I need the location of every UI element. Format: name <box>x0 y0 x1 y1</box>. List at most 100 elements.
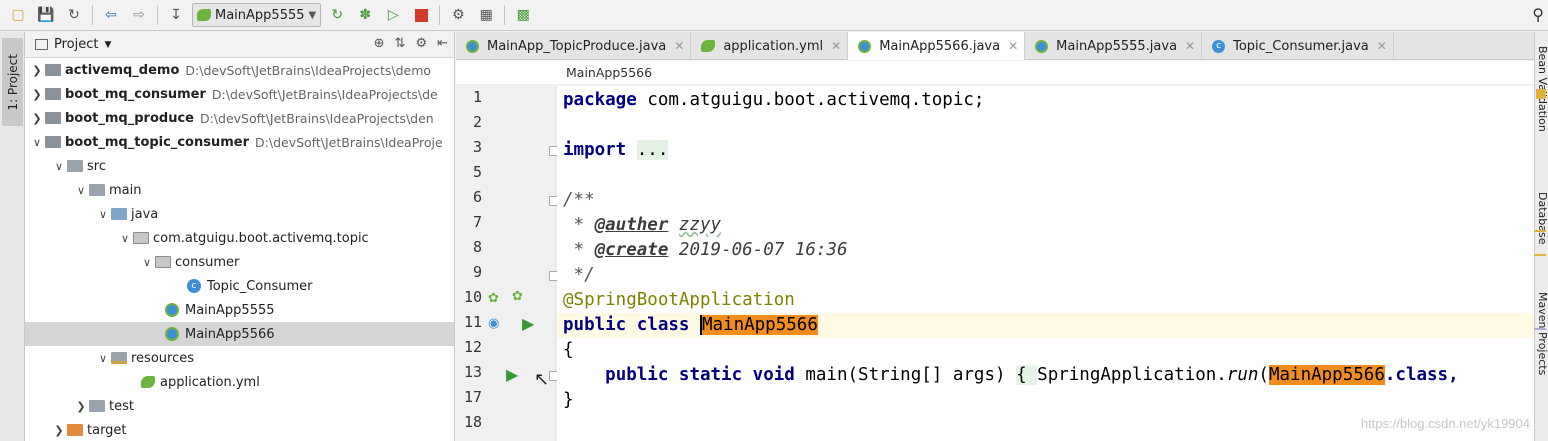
chevron-down-icon[interactable]: ∨ <box>95 352 111 365</box>
tree-item-target[interactable]: ❯ target <box>25 418 454 441</box>
error-stripe-marker[interactable] <box>1534 328 1546 330</box>
chevron-down-icon[interactable]: ∨ <box>73 184 89 197</box>
chevron-down-icon[interactable]: ∨ <box>139 256 155 269</box>
tab-mainapp5566[interactable]: MainApp5566.java ✕ <box>848 32 1026 60</box>
locate-icon[interactable]: ⊕ <box>374 36 385 51</box>
run-coverage-icon[interactable]: ▷ <box>381 3 405 27</box>
right-tool-stripe: Bean Validation Database Maven Projects <box>1534 32 1548 441</box>
debug-icon[interactable]: ✽ <box>353 3 377 27</box>
project-header-actions: ⊕ ⇅ ⚙ ⇤ <box>374 36 448 51</box>
tree-item-package[interactable]: ∨ com.atguigu.boot.activemq.topic <box>25 226 454 250</box>
tree-item-label: main <box>109 182 142 198</box>
tree-item-boot-mq-produce[interactable]: ❯ boot_mq_produce D:\devSoft\JetBrains\I… <box>25 106 454 130</box>
module-icon <box>45 88 61 100</box>
tree-item-label: consumer <box>175 254 240 270</box>
error-stripe-marker[interactable] <box>1534 230 1546 232</box>
build-icon[interactable]: ↧ <box>164 3 188 27</box>
tree-item-application-yml[interactable]: application.yml <box>25 370 454 394</box>
tree-item-java[interactable]: ∨ java <box>25 202 454 226</box>
collapse-all-icon[interactable]: ⇅ <box>395 36 406 51</box>
tree-item-mainapp5566[interactable]: MainApp5566 <box>25 322 454 346</box>
chevron-down-icon[interactable]: ∨ <box>117 232 133 245</box>
chevron-down-icon[interactable]: ∨ <box>29 136 45 149</box>
settings-icon[interactable]: ⚙ <box>446 3 470 27</box>
tab-label: MainApp5566.java <box>879 38 1001 54</box>
tree-item-boot-mq-topic-consumer[interactable]: ∨ boot_mq_topic_consumer D:\devSoft\JetB… <box>25 130 454 154</box>
tree-item-label: java <box>131 206 159 222</box>
close-icon[interactable]: ✕ <box>1185 39 1195 53</box>
tree-item-src[interactable]: ∨ src <box>25 154 454 178</box>
rerun-icon[interactable]: ↻ <box>325 3 349 27</box>
project-view-title[interactable]: Project <box>54 37 98 52</box>
doc-comment: */ <box>563 265 595 285</box>
code-line-3: import ... <box>557 138 1534 163</box>
chevron-down-icon[interactable]: ∨ <box>51 160 67 173</box>
sdk-icon[interactable]: ▩ <box>511 3 535 27</box>
project-panel-header: Project ▼ ⊕ ⇅ ⚙ ⇤ <box>25 32 454 58</box>
doc-tag: @create <box>594 240 669 260</box>
forward-icon[interactable]: ⇨ <box>127 3 151 27</box>
chevron-right-icon[interactable]: ❯ <box>29 64 45 77</box>
gear-icon[interactable]: ⚙ <box>415 36 427 51</box>
spring-boot-class-icon[interactable]: ◉ <box>488 316 499 331</box>
keyword: package <box>563 90 637 110</box>
spring-bean-icon[interactable]: ✿ <box>512 289 523 304</box>
chevron-right-icon[interactable]: ❯ <box>29 112 45 125</box>
code-line-13: public static void main(String[] args) {… <box>557 363 1534 388</box>
back-icon[interactable]: ⇦ <box>99 3 123 27</box>
tree-item-resources[interactable]: ∨ resources <box>25 346 454 370</box>
spring-bean-icon[interactable]: ✿ <box>488 291 499 306</box>
breadcrumb[interactable]: MainApp5566 <box>456 61 1534 85</box>
close-icon[interactable]: ✕ <box>674 39 684 53</box>
toolbar-separator <box>92 5 93 25</box>
tree-item-label: com.atguigu.boot.activemq.topic <box>153 230 369 246</box>
module-icon <box>45 112 61 124</box>
search-icon[interactable]: ⚲ <box>1532 5 1544 24</box>
tree-item-topic-consumer[interactable]: c Topic_Consumer <box>25 274 454 298</box>
class-literal: .class, <box>1384 365 1459 385</box>
tree-item-activemq-demo[interactable]: ❯ activemq_demo D:\devSoft\JetBrains\Ide… <box>25 58 454 82</box>
tab-topic-consumer[interactable]: c Topic_Consumer.java ✕ <box>1202 32 1394 60</box>
tree-item-mainapp5555[interactable]: MainApp5555 <box>25 298 454 322</box>
close-icon[interactable]: ✕ <box>1377 39 1387 53</box>
line-number: 7 <box>472 213 482 231</box>
code-editor[interactable]: package com.atguigu.boot.activemq.topic;… <box>557 86 1534 441</box>
run-icon[interactable]: ▶ <box>522 314 534 333</box>
line-number: 11 <box>463 313 482 331</box>
run-icon[interactable]: ▶ <box>506 365 518 384</box>
main-toolbar: ▢ 💾 ↻ ⇦ ⇨ ↧ MainApp5555 ▼ ↻ ✽ ▷ ⚙ ▦ ▩ ⚲ <box>0 0 1548 31</box>
database-tab[interactable]: Database <box>1536 192 1548 245</box>
tree-item-boot-mq-consumer[interactable]: ❯ boot_mq_consumer D:\devSoft\JetBrains\… <box>25 82 454 106</box>
tree-item-path: D:\devSoft\JetBrains\IdeaProje <box>255 134 443 150</box>
chevron-right-icon[interactable]: ❯ <box>73 400 89 413</box>
error-stripe-marker[interactable] <box>1536 89 1546 99</box>
project-tool-tab[interactable]: 1: Project <box>2 38 23 126</box>
chevron-down-icon[interactable]: ∨ <box>95 208 111 221</box>
chevron-right-icon[interactable]: ❯ <box>51 424 67 437</box>
tree-item-test[interactable]: ❯ test <box>25 394 454 418</box>
close-icon[interactable]: ✕ <box>831 39 841 53</box>
sync-icon[interactable]: ↻ <box>62 3 86 27</box>
maven-projects-tab[interactable]: Maven Projects <box>1536 292 1548 375</box>
save-icon[interactable]: 💾 <box>34 3 58 27</box>
run-configuration-dropdown[interactable]: MainApp5555 ▼ <box>192 3 322 27</box>
annotation: @SpringBootApplication <box>563 290 795 310</box>
code-line-7: * @auther zzyy <box>557 213 1534 238</box>
error-stripe-marker[interactable] <box>1534 254 1546 256</box>
open-folder-icon[interactable]: ▢ <box>6 3 30 27</box>
tree-item-main[interactable]: ∨ main <box>25 178 454 202</box>
close-icon[interactable]: ✕ <box>1008 39 1018 53</box>
tree-item-consumer[interactable]: ∨ consumer <box>25 250 454 274</box>
tab-mainapp-topicproduce[interactable]: MainApp_TopicProduce.java ✕ <box>456 32 692 60</box>
hide-panel-icon[interactable]: ⇤ <box>437 36 448 51</box>
tab-mainapp5555[interactable]: MainApp5555.java ✕ <box>1025 32 1203 60</box>
stop-icon[interactable] <box>409 3 433 27</box>
tree-item-label: test <box>109 398 134 414</box>
line-number: 1 <box>472 88 482 106</box>
project-structure-icon[interactable]: ▦ <box>474 3 498 27</box>
chevron-right-icon[interactable]: ❯ <box>29 88 45 101</box>
ide-window: ▢ 💾 ↻ ⇦ ⇨ ↧ MainApp5555 ▼ ↻ ✽ ▷ ⚙ ▦ ▩ ⚲ … <box>0 0 1548 441</box>
chevron-down-icon[interactable]: ▼ <box>104 40 111 50</box>
folded-imports[interactable]: ... <box>636 140 669 160</box>
tab-application-yml[interactable]: application.yml ✕ <box>691 32 849 60</box>
